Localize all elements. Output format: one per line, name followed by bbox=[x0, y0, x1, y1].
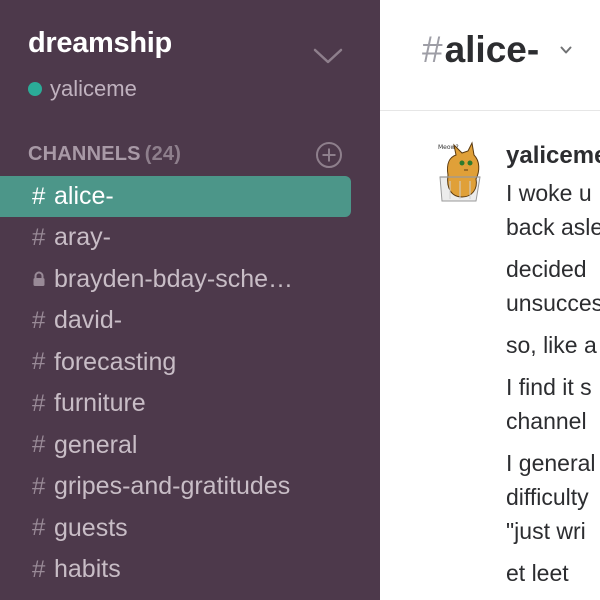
channel-item-aray[interactable]: # aray- bbox=[0, 217, 380, 259]
channel-item-general[interactable]: # general bbox=[0, 425, 380, 467]
channel-item-david[interactable]: # david- bbox=[0, 300, 380, 342]
user-presence[interactable]: yaliceme bbox=[28, 76, 137, 102]
message-line: et leet bbox=[506, 560, 569, 586]
channel-header: #alice- bbox=[380, 0, 600, 111]
channel-label: general bbox=[54, 430, 138, 459]
channel-label: gripes-and-gratitudes bbox=[54, 472, 291, 501]
channel-label: habits bbox=[54, 555, 121, 584]
hash-icon: # bbox=[32, 348, 46, 376]
message-line: difficulty bbox=[506, 484, 589, 510]
channels-section-header[interactable]: CHANNELS (24) bbox=[28, 143, 181, 166]
hash-icon: # bbox=[32, 472, 46, 500]
channel-item-habits[interactable]: # habits bbox=[0, 549, 380, 591]
channels-count: (24) bbox=[144, 143, 182, 165]
channel-title[interactable]: #alice- bbox=[422, 29, 539, 71]
chevron-down-icon[interactable] bbox=[560, 45, 572, 55]
message-line: so, like a bbox=[506, 332, 597, 358]
message-line: decided bbox=[506, 256, 587, 282]
hash-icon: # bbox=[32, 431, 46, 459]
hash-icon: # bbox=[32, 514, 46, 542]
hash-icon: # bbox=[32, 389, 46, 417]
hash-icon: # bbox=[32, 555, 46, 583]
message-line: "just wri bbox=[506, 518, 586, 544]
channel-title-text: alice- bbox=[444, 29, 540, 70]
channel-label: alice- bbox=[54, 182, 114, 210]
channel-label: furniture bbox=[54, 389, 146, 418]
channel-item-brayden-bday[interactable]: brayden-bday-sche… bbox=[0, 259, 380, 301]
lock-icon bbox=[32, 271, 54, 287]
message-line: back asle bbox=[506, 214, 600, 240]
add-channel-icon[interactable] bbox=[315, 141, 343, 169]
channel-item-forecasting[interactable]: # forecasting bbox=[0, 342, 380, 384]
channel-label: aray- bbox=[54, 223, 111, 252]
presence-dot-icon bbox=[28, 82, 42, 96]
hash-icon: # bbox=[422, 29, 443, 70]
message-line: unsucces bbox=[506, 290, 600, 316]
avatar[interactable]: Meow? bbox=[426, 137, 488, 203]
channel-label: guests bbox=[54, 513, 128, 542]
chevron-down-icon[interactable] bbox=[312, 46, 344, 66]
channel-label: david- bbox=[54, 306, 123, 335]
channel-item-alice[interactable]: # alice- bbox=[0, 176, 351, 217]
message-pane: #alice- Meow? yaliceme I woke u back asl… bbox=[380, 0, 600, 600]
channel-label: forecasting bbox=[54, 347, 177, 376]
message-author[interactable]: yaliceme bbox=[506, 142, 600, 170]
hash-icon: # bbox=[32, 223, 46, 251]
current-user-name: yaliceme bbox=[50, 76, 137, 101]
channel-item-furniture[interactable]: # furniture bbox=[0, 383, 380, 425]
hash-icon: # bbox=[32, 182, 46, 210]
message-line: I find it s bbox=[506, 374, 592, 400]
message-line: I woke u bbox=[506, 180, 592, 206]
sidebar: dreamship yaliceme CHANNELS (24) # alice-… bbox=[0, 0, 380, 600]
channel-item-gripes-and-gratitudes[interactable]: # gripes-and-gratitudes bbox=[0, 466, 380, 508]
channel-item-guests[interactable]: # guests bbox=[0, 508, 380, 550]
channel-label: brayden-bday-sche… bbox=[54, 264, 294, 293]
channels-label: CHANNELS bbox=[28, 143, 141, 165]
team-name[interactable]: dreamship bbox=[28, 27, 172, 60]
message-line: I general bbox=[506, 450, 596, 476]
hash-icon: # bbox=[32, 306, 46, 334]
channel-list: # alice- # aray- brayden-bday-sche… # da… bbox=[0, 176, 380, 591]
message-line: channel bbox=[506, 408, 587, 434]
message-body: I woke u back asle decided unsucces so, … bbox=[506, 176, 600, 590]
